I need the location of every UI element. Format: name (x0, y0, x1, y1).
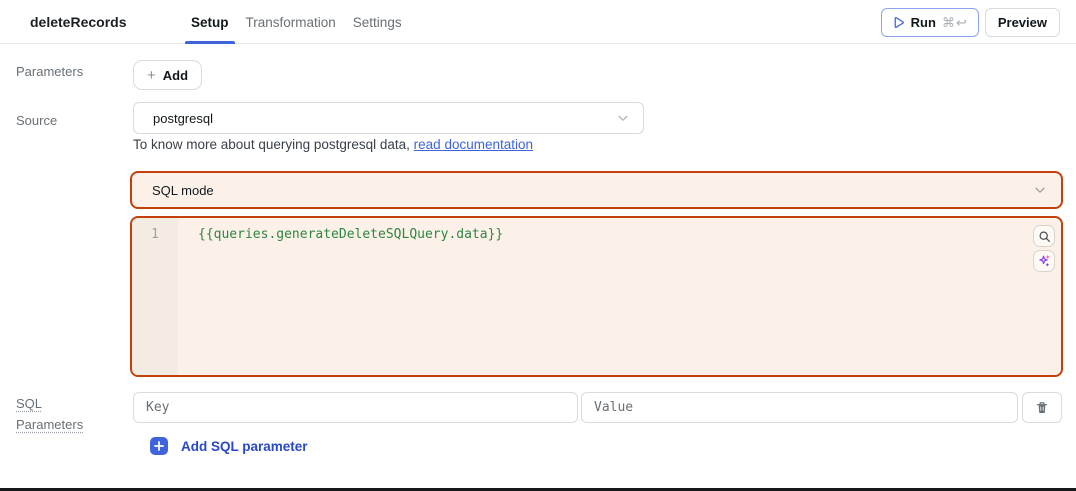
play-icon (892, 16, 905, 29)
chevron-down-icon (616, 111, 630, 125)
editor-gutter: 1 (132, 218, 178, 375)
query-name: deleteRecords (30, 14, 127, 30)
source-dropdown[interactable]: postgresql (133, 102, 644, 134)
plus-icon: + (147, 66, 156, 84)
header-actions: Run ⌘↩ Preview (880, 8, 1060, 37)
run-shortcut: ⌘↩ (941, 14, 968, 30)
chevron-down-icon (1033, 183, 1047, 197)
add-sql-parameter-label: Add SQL parameter (181, 438, 308, 454)
source-dropdown-value: postgresql (153, 110, 213, 126)
sql-code-editor[interactable]: 1 {{queries.generateDeleteSQLQuery.data}… (130, 216, 1063, 377)
tab-transformation-label: Transformation (245, 14, 336, 30)
read-documentation-link[interactable]: read documentation (414, 137, 533, 152)
tab-transformation[interactable]: Transformation (240, 0, 342, 44)
sql-parameter-key-input[interactable] (133, 392, 578, 423)
sql-mode-dropdown-value: SQL mode (152, 182, 214, 198)
ai-assist-button[interactable] (1033, 250, 1055, 272)
run-button[interactable]: Run ⌘↩ (880, 8, 979, 37)
query-editor-panel: deleteRecords Setup Transformation Setti… (0, 0, 1076, 491)
ai-sparkle-icon (1037, 254, 1051, 268)
parameters-label: Parameters (16, 64, 84, 79)
sql-parameter-value-input[interactable] (581, 392, 1018, 423)
tab-setup[interactable]: Setup (185, 0, 235, 44)
sql-mode-dropdown[interactable]: SQL mode (130, 171, 1063, 209)
search-button[interactable] (1033, 225, 1055, 247)
sql-parameters-label: SQL Parameters (16, 396, 84, 432)
source-help-text: To know more about querying postgresql d… (133, 137, 533, 152)
delete-parameter-button[interactable] (1022, 392, 1062, 423)
tab-setup-label: Setup (191, 14, 229, 30)
run-button-label: Run (910, 15, 936, 30)
plus-square-icon (150, 437, 168, 455)
source-label: Source (16, 113, 58, 128)
source-help-prefix: To know more about querying postgresql d… (133, 137, 414, 152)
editor-code-line[interactable]: {{queries.generateDeleteSQLQuery.data}} (178, 218, 1061, 375)
tab-settings[interactable]: Settings (347, 0, 408, 44)
preview-button-label: Preview (997, 15, 1047, 30)
line-number: 1 (151, 227, 159, 242)
trash-icon (1035, 401, 1049, 415)
query-header: deleteRecords Setup Transformation Setti… (0, 0, 1076, 44)
add-sql-parameter-button[interactable]: Add SQL parameter (150, 437, 308, 455)
preview-button[interactable]: Preview (984, 8, 1060, 37)
add-parameter-label: Add (162, 67, 189, 83)
editor-buttons (1033, 225, 1055, 272)
add-parameter-button[interactable]: + Add (133, 60, 203, 90)
search-icon (1038, 230, 1051, 243)
query-tabs: Setup Transformation Settings (185, 0, 408, 44)
tab-settings-label: Settings (352, 14, 402, 30)
